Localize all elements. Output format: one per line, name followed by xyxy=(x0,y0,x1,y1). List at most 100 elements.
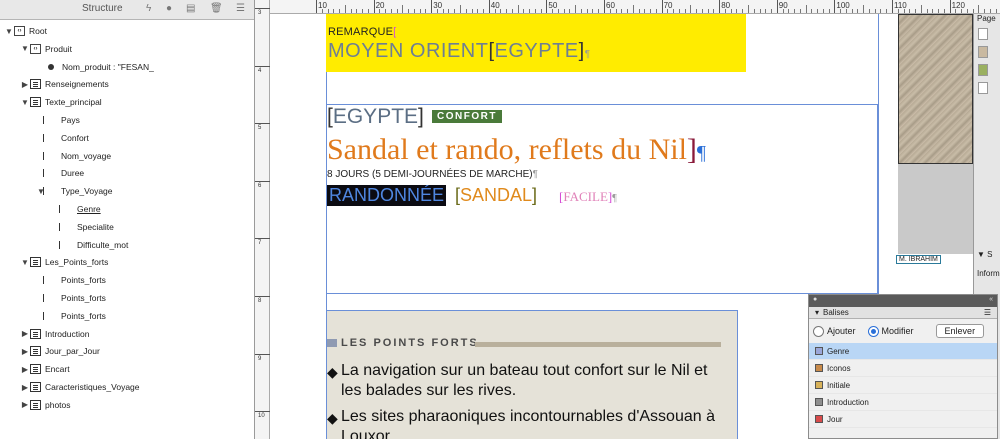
ruler-minor-tick xyxy=(938,9,940,13)
tag-item[interactable]: Iconos xyxy=(809,360,997,377)
tree-item-label: Renseignements xyxy=(45,79,109,90)
vertical-ruler[interactable]: 3 4 5 6 7 8 9 10 xyxy=(255,0,270,439)
disclosure-closed-icon[interactable]: ▶ xyxy=(20,365,30,374)
tree-item[interactable]: ▶ Introduction xyxy=(20,325,89,343)
story-element-icon xyxy=(43,133,57,143)
tree-item[interactable]: Nom_voyage xyxy=(36,147,111,165)
ruler-tick xyxy=(255,411,270,413)
story-element-icon xyxy=(43,186,57,196)
disclosure-open-icon[interactable]: ▼ xyxy=(20,258,30,267)
ruler-tick xyxy=(488,0,490,13)
radio-modify[interactable] xyxy=(867,325,879,337)
frame-element-icon xyxy=(30,328,41,339)
dot-element-icon xyxy=(48,63,54,70)
tag-icon[interactable]: ▤ xyxy=(186,3,195,14)
ruler-minor-tick xyxy=(920,5,922,13)
disclosure-closed-icon[interactable]: ▶ xyxy=(20,80,30,89)
ruler-minor-tick xyxy=(471,9,473,13)
bullet-icon: ◆ xyxy=(327,410,338,426)
radio-add[interactable] xyxy=(813,325,824,337)
ruler-minor-tick xyxy=(655,9,657,13)
tree-item[interactable]: ▼ Les_Points_forts xyxy=(20,253,108,271)
tree-item[interactable]: ▶ Renseignements xyxy=(20,75,109,93)
photo-frame[interactable] xyxy=(898,14,973,164)
ruler-minor-tick xyxy=(817,9,819,13)
ruler-minor-tick xyxy=(748,5,749,13)
tree-item[interactable]: Difficulte_mot xyxy=(52,236,128,254)
ruler-minor-tick xyxy=(903,9,905,13)
ruler-minor-tick xyxy=(822,9,824,13)
tree-item[interactable]: Duree xyxy=(36,164,84,182)
balises-tab[interactable]: ▾ Balises ☰ xyxy=(809,307,997,319)
tree-item-label: Pays xyxy=(61,115,80,125)
balises-panel-titlebar[interactable]: ● « xyxy=(809,295,997,307)
tree-item[interactable]: Points_forts xyxy=(36,271,106,289)
ruler-minor-tick xyxy=(736,9,738,13)
ruler-minor-tick xyxy=(788,9,790,13)
ruler-tick xyxy=(255,8,270,9)
page-thumbnail[interactable] xyxy=(978,28,988,40)
ruler-minor-tick xyxy=(511,9,513,13)
tree-item[interactable]: ▼ ‹› Produit xyxy=(20,40,72,58)
lightning-icon[interactable]: ϟ xyxy=(146,3,151,14)
texte-principal-frame[interactable]: [EGYPTE] CONFORT Sandal et rando, reflet… xyxy=(326,104,878,294)
genre-text: RANDONNÉE xyxy=(327,185,447,206)
tag-item[interactable]: Jour xyxy=(809,411,997,428)
ruler-label: 7 xyxy=(258,240,262,247)
remarque-frame[interactable]: REMARQUE[ MOYEN ORIENT[EGYPTE]¶ xyxy=(326,14,746,72)
horizontal-ruler[interactable]: 10 20 30 40 50 60 70 80 90 100 110 120 xyxy=(270,0,1000,14)
disclosure-closed-icon[interactable]: ▶ xyxy=(20,347,30,356)
panel-menu-icon[interactable]: ☰ xyxy=(236,3,245,14)
frame-element-icon xyxy=(30,79,41,90)
remove-tag-button[interactable]: Enlever xyxy=(935,324,985,338)
tree-item[interactable]: Points_forts xyxy=(36,307,106,325)
pasteboard-area xyxy=(898,164,973,254)
close-icon[interactable]: ● xyxy=(813,296,817,303)
tree-item[interactable]: Points_forts xyxy=(36,289,106,307)
tag-label: Jour xyxy=(827,414,843,424)
collapse-icon[interactable]: « xyxy=(989,296,993,303)
disclosure-closed-icon[interactable]: ▶ xyxy=(20,400,30,409)
tree-item[interactable]: Specialite xyxy=(52,218,114,236)
story-element-icon xyxy=(43,293,57,303)
trash-icon[interactable]: 🗑 xyxy=(210,3,223,14)
ruler-tick xyxy=(776,0,778,13)
tag-item[interactable]: Initiale xyxy=(809,377,997,394)
ruler-minor-tick xyxy=(753,9,755,13)
page-thumbnail[interactable] xyxy=(978,82,988,94)
disclosure-closed-icon[interactable]: ▶ xyxy=(20,329,30,338)
tag-label: Iconos xyxy=(827,363,851,373)
disclosure-open-icon[interactable]: ▼ xyxy=(20,44,30,53)
tree-item[interactable]: ▶ Jour_par_Jour xyxy=(20,342,100,360)
disclosure-open-icon[interactable]: ▼ xyxy=(20,98,30,107)
tree-item-label: Points_forts xyxy=(61,275,106,286)
bullet-icon: ◆ xyxy=(327,364,338,380)
ruler-minor-tick xyxy=(650,9,652,13)
tree-item-label: Les_Points_forts xyxy=(45,257,109,268)
points-forts-frame[interactable]: LES POINTS FORTS ◆ La navigation sur un … xyxy=(326,310,738,439)
tree-item[interactable]: ▼ Texte_principal xyxy=(20,93,102,111)
tree-item[interactable]: ▶ photos xyxy=(20,396,71,414)
tree-item[interactable]: Nom_produit : "FESAN_ xyxy=(36,58,154,76)
tree-item[interactable]: ▶ Encart xyxy=(20,360,70,378)
page-thumbnail[interactable] xyxy=(978,46,988,58)
tree-item[interactable]: Pays xyxy=(36,111,80,129)
ruler-minor-tick xyxy=(327,9,329,13)
tree-item[interactable]: ▼ ‹› Root xyxy=(4,22,47,40)
disclosure-closed-icon[interactable]: ▶ xyxy=(20,383,30,392)
tag-element-icon: ‹› xyxy=(30,43,41,54)
circle-icon[interactable]: ● xyxy=(166,3,172,14)
ruler-minor-tick xyxy=(413,9,415,13)
page-thumbnail[interactable] xyxy=(978,64,988,76)
tree-item[interactable]: Confort xyxy=(36,129,89,147)
tag-item[interactable]: Introduction xyxy=(809,394,997,411)
tree-item[interactable]: ▶ Caracteristiques_Voyage xyxy=(20,378,140,396)
tree-item[interactable]: ▼ Type_Voyage xyxy=(36,182,113,200)
panel-menu-icon[interactable]: ☰ xyxy=(984,308,991,317)
collapse-toggle[interactable]: ▼ S xyxy=(977,250,992,259)
tree-item[interactable]: Genre xyxy=(52,200,101,218)
tag-item[interactable]: Genre xyxy=(809,343,997,360)
disclosure-open-icon[interactable]: ▼ xyxy=(4,27,14,36)
tree-item-label: Type_Voyage xyxy=(61,186,113,197)
ruler-minor-tick xyxy=(483,9,485,13)
